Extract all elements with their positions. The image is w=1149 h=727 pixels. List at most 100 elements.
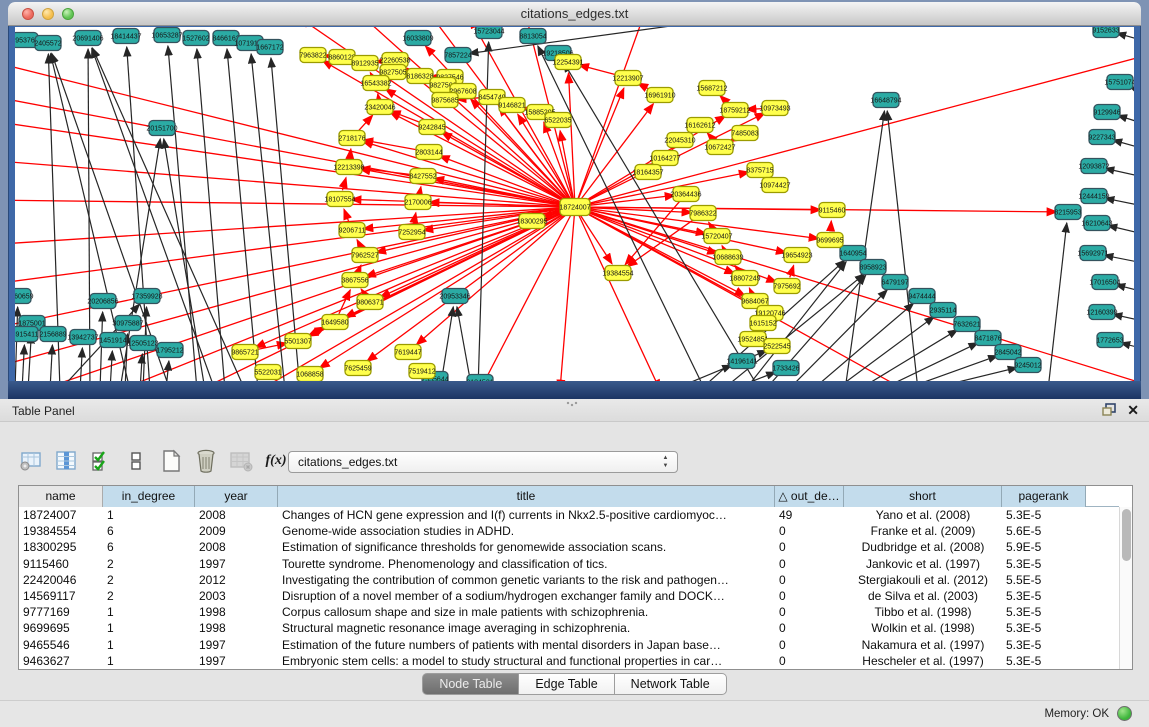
network-node[interactable]: 9146821 [498, 98, 525, 113]
network-node[interactable]: 7963822 [299, 48, 326, 63]
network-node[interactable]: 1795212 [156, 343, 183, 358]
network-node[interactable]: 2405572 [34, 36, 61, 51]
network-node[interactable]: 18300295 [516, 214, 547, 229]
function-builder-icon[interactable]: f(x) [263, 448, 289, 474]
network-node[interactable]: 10164277 [649, 151, 680, 166]
network-window-titlebar[interactable]: citations_edges.txt [8, 2, 1141, 26]
table-row[interactable]: 977716911998Corpus callosum shape and si… [19, 604, 1119, 620]
network-node[interactable]: 7485083 [731, 126, 758, 141]
delete-table-icon[interactable] [228, 448, 254, 474]
tab-node-table[interactable]: Node Table [422, 673, 519, 695]
network-node[interactable]: 1733426 [772, 361, 799, 376]
network-node[interactable]: 20691406 [72, 31, 103, 46]
scrollbar-thumb[interactable] [1122, 509, 1131, 561]
network-node[interactable]: 12213907 [612, 71, 643, 86]
network-canvas[interactable]: 1953764240557220691406184144371065328715… [15, 27, 1134, 381]
network-node[interactable]: 3867556 [341, 273, 368, 288]
table-selector-dropdown[interactable]: citations_edges.txt ▲▼ [288, 451, 678, 473]
table-panel-header[interactable]: Table Panel ✕ [0, 399, 1149, 422]
network-node[interactable]: 10974427 [759, 178, 790, 193]
column-header-title[interactable]: title [278, 486, 775, 507]
column-header-pagerank[interactable]: pagerank [1002, 486, 1086, 507]
network-node[interactable]: 1640954 [839, 246, 866, 261]
network-node[interactable]: 23420046 [364, 100, 395, 115]
network-node[interactable]: 16543382 [360, 76, 391, 91]
float-window-icon[interactable] [1102, 403, 1117, 417]
network-node[interactable]: 17016504 [1089, 275, 1120, 290]
network-node[interactable]: 2718176 [338, 131, 365, 146]
network-node[interactable]: 6479197 [881, 275, 908, 290]
network-node[interactable]: 9806371 [356, 295, 383, 310]
network-node[interactable]: 9206711 [339, 223, 366, 238]
network-node[interactable]: 25260659 [15, 289, 34, 304]
column-header-in_degree[interactable]: in_degree [103, 486, 195, 507]
new-column-icon[interactable] [158, 448, 184, 474]
network-node[interactable]: 2803144 [415, 145, 442, 160]
network-node[interactable]: 15751074 [1104, 75, 1134, 90]
network-node[interactable]: 16961910 [644, 88, 675, 103]
network-node[interactable]: 1615152 [749, 316, 776, 331]
show-columns-icon[interactable] [53, 448, 79, 474]
network-node[interactable]: 9865721 [231, 345, 258, 360]
network-node[interactable]: 20364436 [670, 187, 701, 202]
table-row[interactable]: 2242004622012Investigating the contribut… [19, 572, 1119, 588]
network-node[interactable]: 7619447 [394, 345, 421, 360]
network-node-hub[interactable]: 18724007 [559, 199, 590, 216]
close-icon[interactable]: ✕ [1127, 402, 1139, 419]
table-row[interactable]: 1938455462009Genome-wide association stu… [19, 523, 1119, 539]
network-node[interactable]: 2935114 [930, 303, 957, 318]
network-node[interactable]: 3915411 [15, 327, 38, 342]
network-node[interactable]: 7975692 [773, 279, 800, 294]
network-node[interactable]: 5522031 [254, 365, 281, 380]
network-node[interactable]: 5501307 [284, 334, 311, 349]
table-row[interactable]: 946362711997Embryonic stem cells: a mode… [19, 653, 1119, 669]
network-node[interactable]: 18807249 [729, 271, 760, 286]
network-node[interactable]: 12160399 [1086, 305, 1117, 320]
network-node[interactable]: 7252954 [398, 225, 425, 240]
vertical-scrollbar[interactable] [1119, 507, 1132, 669]
network-node[interactable]: 18759212 [719, 103, 750, 118]
network-node[interactable]: 9699695 [816, 233, 843, 248]
network-node[interactable]: 12254391 [552, 55, 583, 70]
network-node[interactable]: 17359928 [131, 289, 162, 304]
network-node[interactable]: 15692971 [1077, 246, 1108, 261]
network-node[interactable]: 16648794 [870, 93, 901, 108]
network-node[interactable]: 10973493 [759, 101, 790, 116]
network-node[interactable]: 10672427 [704, 140, 735, 155]
network-node[interactable]: 20953346 [439, 289, 470, 304]
table-row[interactable]: 969969511998Structural magnetic resonanc… [19, 620, 1119, 636]
network-node[interactable]: 18414437 [110, 29, 141, 44]
network-node[interactable]: 1667172 [256, 40, 283, 55]
network-node[interactable]: 9227343 [1088, 130, 1115, 145]
network-node[interactable]: 1451914 [99, 333, 126, 348]
network-node[interactable]: 9875685 [431, 93, 458, 108]
network-node[interactable]: 15723044 [473, 27, 504, 39]
network-node[interactable]: 1527602 [182, 31, 209, 46]
row-height-icon[interactable] [123, 448, 149, 474]
network-node[interactable]: 2156889 [39, 327, 66, 342]
table-row[interactable]: 1830029562008Estimation of significance … [19, 539, 1119, 555]
network-node[interactable]: 9129946 [1093, 105, 1120, 120]
network-graph[interactable]: 1953764240557220691406184144371065328715… [15, 27, 1134, 381]
network-node[interactable]: 1068858 [296, 367, 323, 382]
network-node[interactable]: 16210643 [1081, 216, 1112, 231]
network-node[interactable]: 15687212 [696, 81, 727, 96]
table-row[interactable]: 911546021997Tourette syndrome. Phenomeno… [19, 556, 1119, 572]
network-node[interactable]: 6522035 [544, 113, 571, 128]
column-header-year[interactable]: year [195, 486, 278, 507]
table-row[interactable]: 946554611997Estimation of the future num… [19, 637, 1119, 653]
network-node[interactable]: 8375715 [746, 163, 773, 178]
network-node[interactable]: 7986322 [689, 206, 716, 221]
network-node[interactable]: 2170006 [404, 195, 431, 210]
panel-resize-grip[interactable] [566, 401, 578, 407]
network-node[interactable]: 15720407 [701, 229, 732, 244]
network-node[interactable]: 2522545 [763, 339, 790, 354]
delete-columns-icon[interactable] [193, 448, 219, 474]
network-node[interactable]: 19654923 [781, 248, 812, 263]
network-node[interactable]: 9245012 [1014, 358, 1041, 373]
network-node[interactable]: 20206856 [87, 294, 118, 309]
network-node[interactable]: 12505123 [127, 336, 158, 351]
network-node[interactable]: 7962527 [351, 248, 378, 263]
network-node[interactable]: 22045310 [664, 133, 695, 148]
network-node[interactable]: 8471876 [974, 331, 1001, 346]
